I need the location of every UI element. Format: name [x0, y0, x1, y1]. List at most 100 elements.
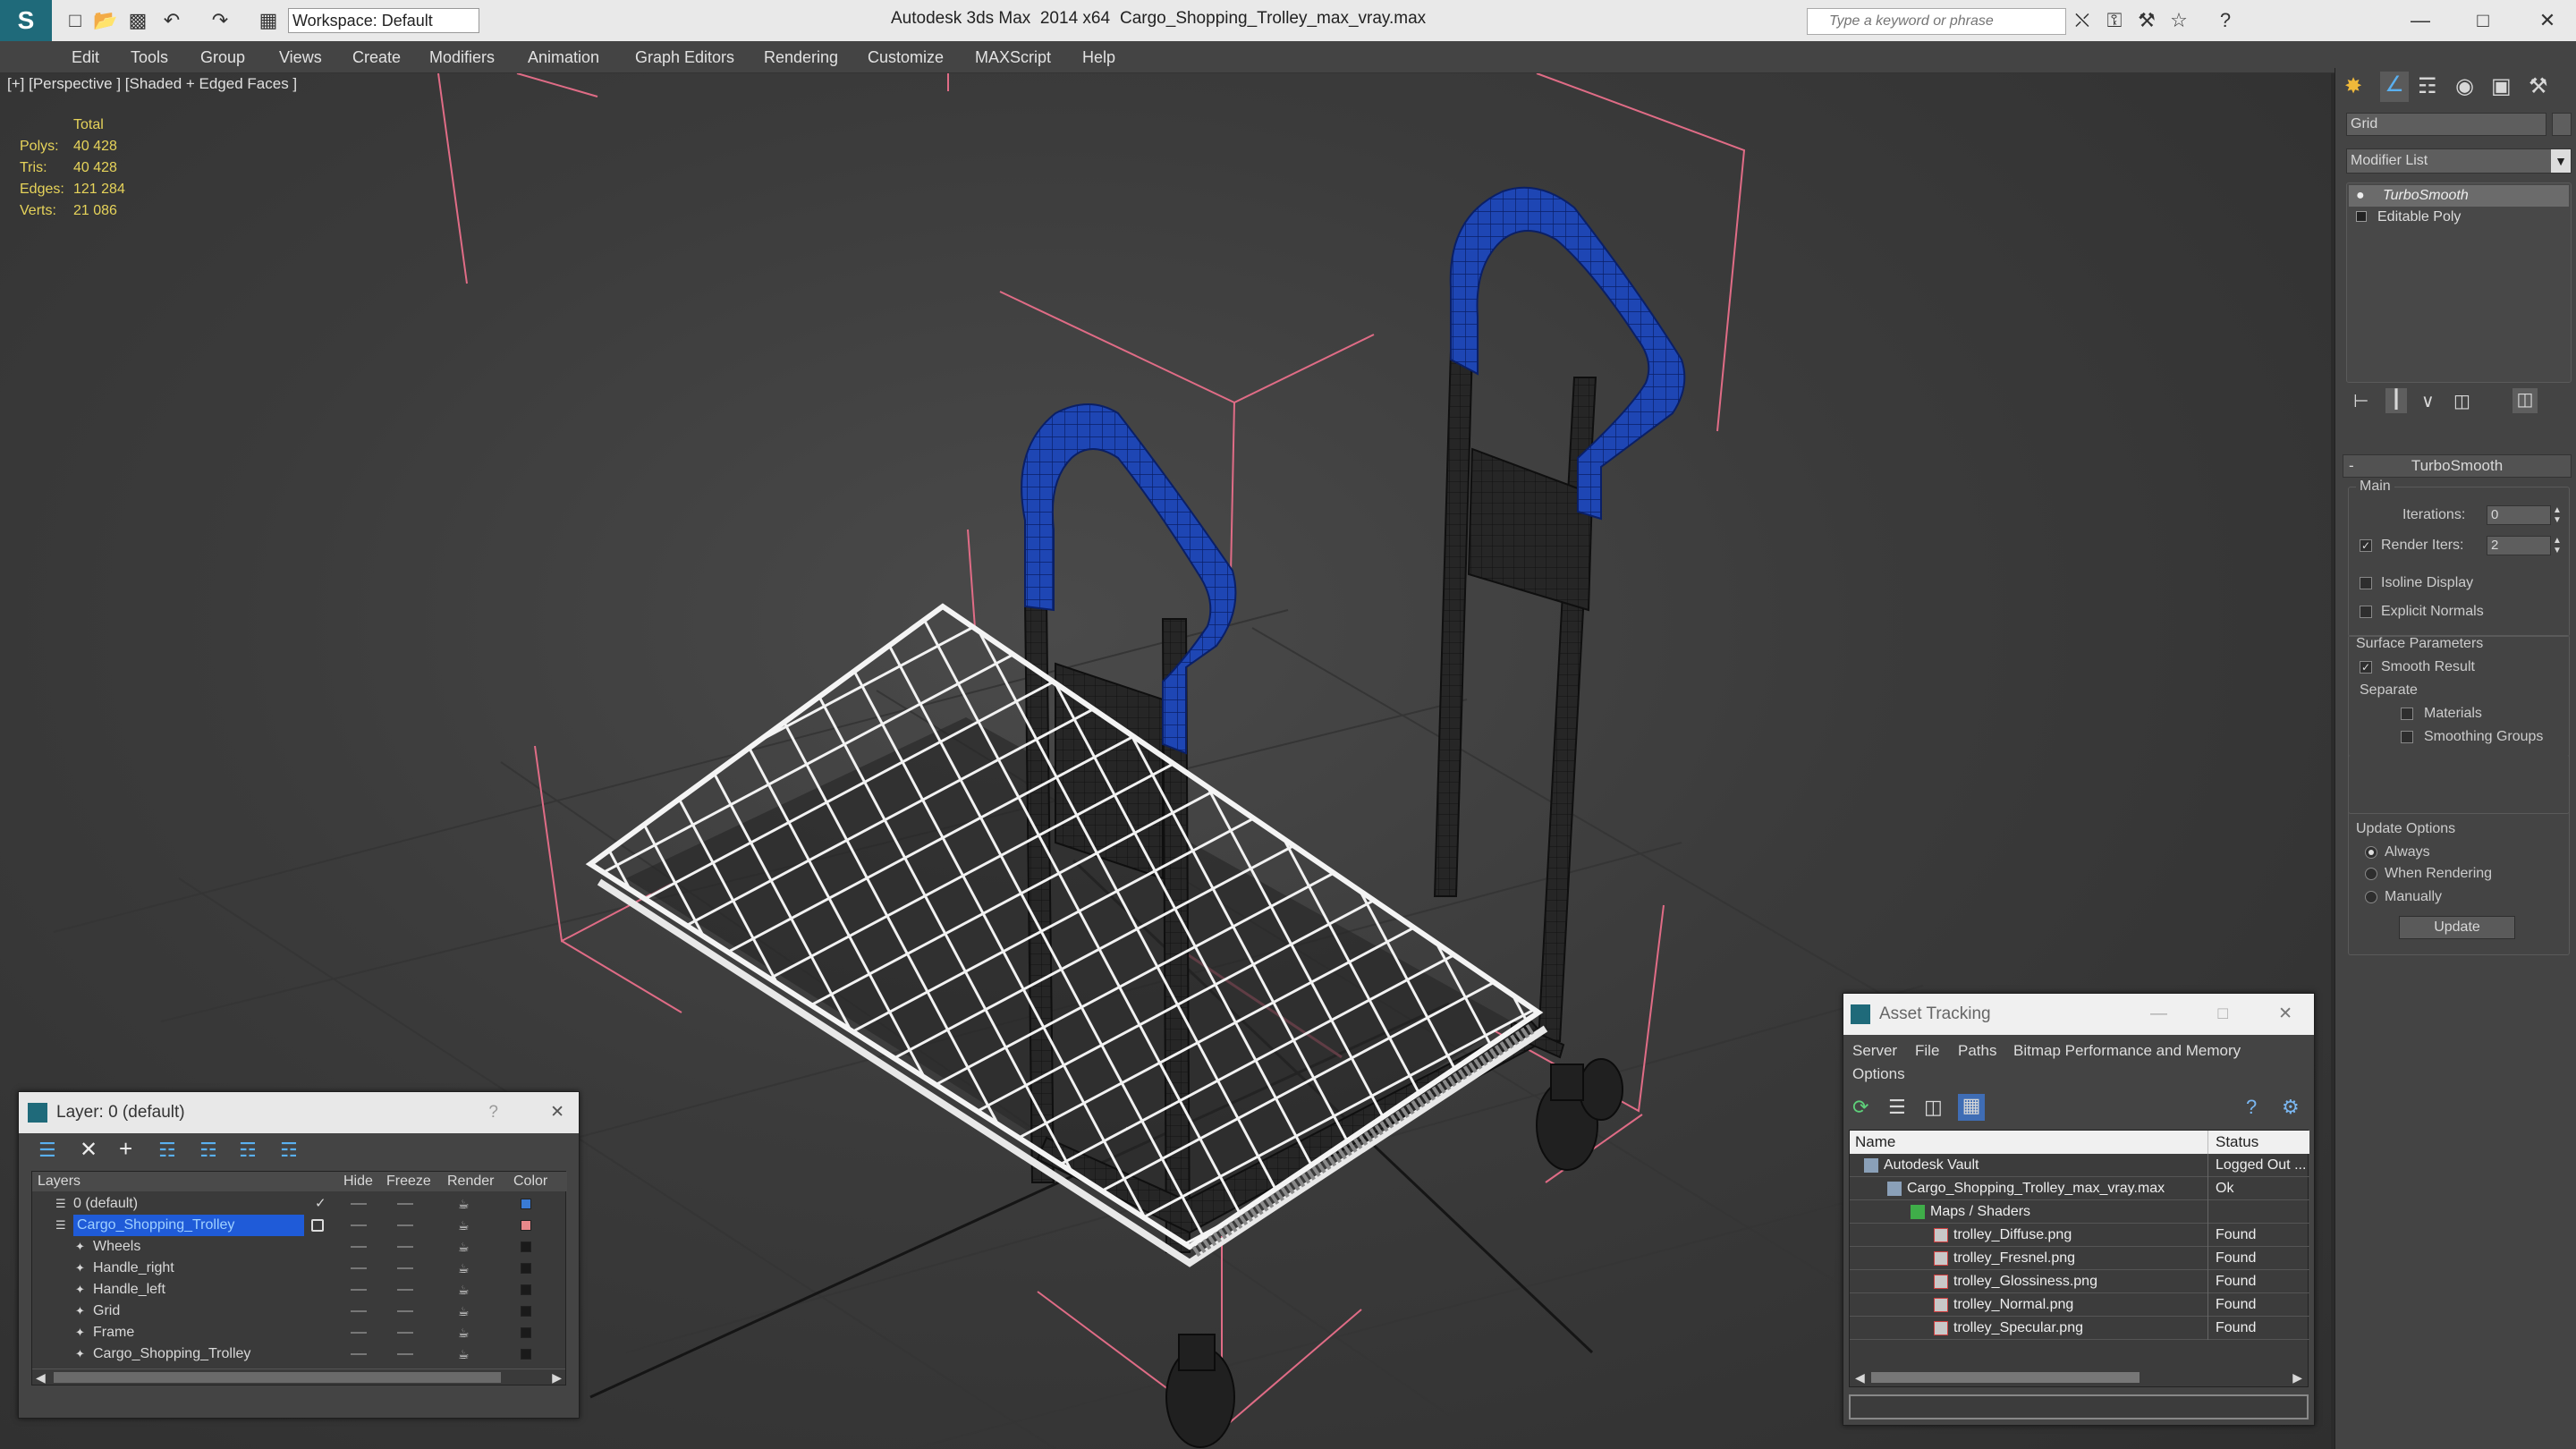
current-layer-check-icon[interactable]: ✓	[315, 1193, 326, 1215]
utilities-tab-icon[interactable]: ⚒	[2529, 73, 2548, 99]
hide-toggle[interactable]	[351, 1310, 367, 1312]
asset-row[interactable]: trolley_Fresnel.png Found	[1850, 1247, 2309, 1270]
menu-animation[interactable]: Animation	[528, 41, 599, 73]
col-hide[interactable]: Hide	[343, 1172, 373, 1191]
asset-horizontal-scrollbar[interactable]: ◀ ▶	[1850, 1368, 2308, 1386]
asset-row[interactable]: trolley_Specular.png Found	[1850, 1317, 2309, 1340]
layer-row[interactable]: ✦ Wheels ☕	[32, 1236, 567, 1258]
menu-create[interactable]: Create	[352, 41, 401, 73]
menu-views[interactable]: Views	[279, 41, 322, 73]
hide-toggle[interactable]	[351, 1246, 367, 1248]
display-tab-icon[interactable]: ▣	[2491, 73, 2512, 99]
layer-color-swatch[interactable]	[521, 1284, 531, 1295]
menu-paths[interactable]: Paths	[1958, 1042, 1996, 1060]
close-icon[interactable]: ✕	[2535, 8, 2560, 33]
smoothing-groups-checkbox[interactable]	[2401, 731, 2413, 743]
iterations-spinner[interactable]: 0	[2487, 505, 2551, 525]
menu-edit[interactable]: Edit	[72, 41, 99, 73]
menu-bitmap-performance[interactable]: Bitmap Performance and Memory	[2013, 1042, 2241, 1060]
layer-row[interactable]: ☰ 0 (default) ✓ ☕	[32, 1193, 567, 1215]
menu-customize[interactable]: Customize	[868, 41, 944, 73]
menu-maxscript[interactable]: MAXScript	[975, 41, 1051, 73]
freeze-toggle[interactable]	[397, 1332, 413, 1334]
isoline-checkbox[interactable]	[2360, 577, 2372, 589]
col-status[interactable]: Status	[2207, 1131, 2258, 1154]
list-view-icon[interactable]: ☰	[1888, 1096, 1906, 1119]
object-color-swatch[interactable]	[2552, 113, 2572, 136]
app-logo-icon[interactable]: S	[0, 0, 52, 41]
scroll-left-icon[interactable]: ◀	[1855, 1368, 1865, 1386]
materials-checkbox[interactable]	[2401, 708, 2413, 720]
expand-icon[interactable]	[2356, 211, 2367, 222]
spinner-arrows-icon[interactable]: ▲ ▼	[2553, 505, 2562, 525]
search-box[interactable]	[1807, 8, 2066, 35]
motion-tab-icon[interactable]: ◉	[2455, 73, 2474, 99]
render-iters-spinner[interactable]: 2	[2487, 536, 2551, 555]
menu-modifiers[interactable]: Modifiers	[429, 41, 495, 73]
workspace-dropdown[interactable]: Workspace: Default	[288, 8, 479, 33]
layer-window-header[interactable]: Layer: 0 (default) ? ✕	[19, 1092, 579, 1133]
freeze-toggle[interactable]	[397, 1289, 413, 1291]
stack-item-editable-poly[interactable]: Editable Poly	[2349, 207, 2569, 228]
always-radio[interactable]	[2365, 846, 2377, 859]
turbosmooth-rollout-header[interactable]: - TurboSmooth	[2343, 454, 2572, 478]
render-teapot-icon[interactable]: ☕	[458, 1215, 470, 1236]
freeze-toggle[interactable]	[397, 1203, 413, 1205]
col-name[interactable]: Name	[1855, 1131, 1895, 1154]
menu-file[interactable]: File	[1915, 1042, 1939, 1060]
modifier-list-dropdown[interactable]: Modifier List ▼	[2346, 148, 2572, 174]
add-layer-icon[interactable]: +	[119, 1135, 132, 1163]
close-icon[interactable]: ✕	[550, 1092, 564, 1133]
update-button[interactable]: Update	[2399, 916, 2515, 939]
hide-toggle[interactable]	[351, 1267, 367, 1269]
layer-help-button[interactable]: ?	[488, 1092, 498, 1133]
minimize-icon[interactable]: —	[2408, 8, 2433, 33]
layer-color-swatch[interactable]	[521, 1220, 531, 1231]
scroll-right-icon[interactable]: ▶	[552, 1369, 562, 1385]
layer-horizontal-scrollbar[interactable]: ◀ ▶	[32, 1368, 565, 1385]
col-freeze[interactable]: Freeze	[386, 1172, 431, 1191]
menu-server[interactable]: Server	[1852, 1042, 1897, 1060]
stack-item-turbosmooth[interactable]: ● TurboSmooth	[2349, 185, 2569, 207]
asset-row[interactable]: Autodesk Vault Logged Out ...	[1850, 1154, 2309, 1177]
render-teapot-icon[interactable]: ☕	[458, 1301, 470, 1322]
object-name-field[interactable]: Grid	[2346, 113, 2546, 136]
layer-row[interactable]: ✦ Handle_right ☕	[32, 1258, 567, 1279]
layer-row[interactable]: ✦ Handle_left ☕	[32, 1279, 567, 1301]
close-icon[interactable]: ✕	[2278, 994, 2292, 1035]
freeze-toggle[interactable]	[397, 1310, 413, 1312]
asset-row[interactable]: trolley_Normal.png Found	[1850, 1293, 2309, 1317]
search-input[interactable]	[1808, 9, 2065, 34]
hide-toggle[interactable]	[351, 1203, 367, 1205]
hide-toggle[interactable]	[351, 1289, 367, 1291]
menu-tools[interactable]: Tools	[131, 41, 168, 73]
undo-icon[interactable]: ↶	[159, 8, 184, 33]
asset-row[interactable]: Maps / Shaders	[1850, 1200, 2309, 1224]
freeze-toggle[interactable]	[397, 1353, 413, 1355]
col-color[interactable]: Color	[513, 1172, 547, 1191]
render-teapot-icon[interactable]: ☕	[458, 1343, 470, 1365]
save-file-icon[interactable]: ▩	[125, 8, 150, 33]
key-icon[interactable]: ⚿	[2102, 8, 2127, 33]
asset-row[interactable]: trolley_Diffuse.png Found	[1850, 1224, 2309, 1247]
menu-options[interactable]: Options	[1852, 1065, 1905, 1083]
add-selection-icon[interactable]: ☶	[158, 1139, 176, 1162]
asset-status-field[interactable]	[1849, 1394, 2309, 1419]
hide-toggle[interactable]	[351, 1224, 367, 1226]
render-teapot-icon[interactable]: ☕	[458, 1193, 470, 1215]
smooth-result-checkbox[interactable]: ✓	[2360, 661, 2372, 674]
menu-rendering[interactable]: Rendering	[764, 41, 838, 73]
hierarchy-tab-icon[interactable]: ☶	[2418, 73, 2437, 99]
layer-row[interactable]: ✦ Frame ☕	[32, 1322, 567, 1343]
freeze-toggle[interactable]	[397, 1267, 413, 1269]
set-current-box-icon[interactable]	[311, 1219, 324, 1232]
render-teapot-icon[interactable]: ☕	[458, 1258, 470, 1279]
freeze-toggle[interactable]	[397, 1246, 413, 1248]
configure-sets-icon[interactable]: ◫	[2512, 388, 2538, 413]
scroll-thumb[interactable]	[54, 1372, 501, 1383]
layer-color-swatch[interactable]	[521, 1263, 531, 1274]
favorites-icon[interactable]: ☆	[2166, 8, 2191, 33]
menu-help[interactable]: Help	[1082, 41, 1115, 73]
tools-icon[interactable]: ⚒	[2134, 8, 2159, 33]
project-folder-icon[interactable]: ▦	[256, 8, 281, 33]
